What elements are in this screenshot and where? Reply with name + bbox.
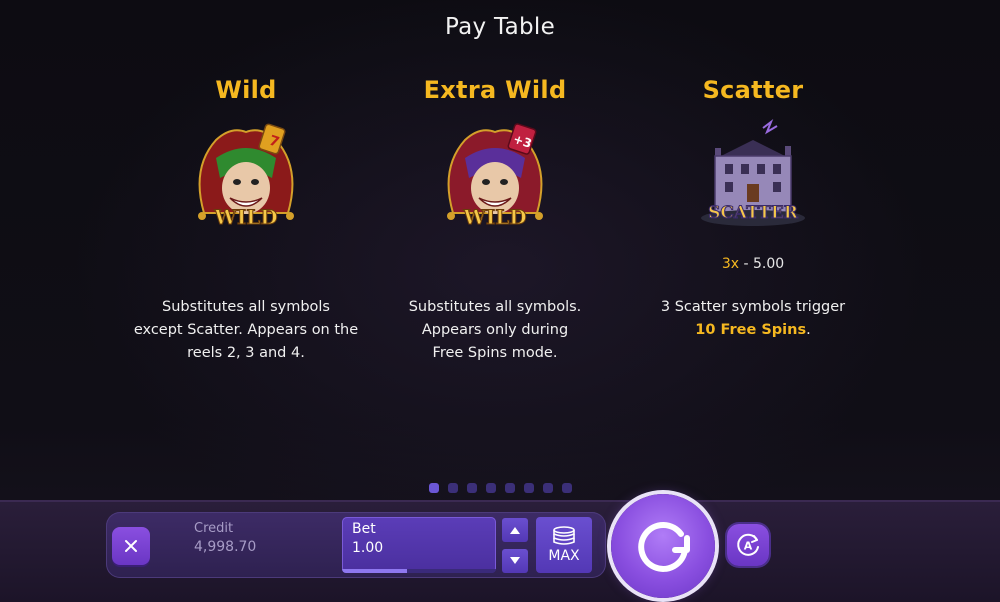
max-bet-button[interactable]: MAX [536,517,592,573]
page-dot[interactable] [561,483,572,493]
symbol-name: Scatter [702,76,804,104]
bet-label: Bet [352,521,376,537]
symbol-description: Substitutes all symbols except Scatter. … [116,296,376,365]
desc-line: except Scatter. Appears on the [133,322,359,338]
symbol-description: 3 Scatter symbols trigger 10 Free Spins. [623,296,883,342]
desc-line: 3 Scatter symbols trigger [660,299,846,315]
coins-stack-icon [553,526,575,545]
spin-arrow-icon [638,522,690,572]
desc-line: Substitutes all symbols [162,299,330,315]
page-dot[interactable] [485,483,496,493]
spin-button[interactable] [611,494,715,598]
arrow-up-icon [510,527,520,534]
payout-row [116,256,376,276]
symbol-name: Wild [215,76,277,104]
desc-line: Substitutes all symbols. [408,299,582,315]
bet-decrease-button[interactable] [502,549,528,573]
page-dot[interactable] [466,483,477,493]
extra-wild-jester-icon: +3 WILD [447,123,543,230]
max-label: MAX [548,548,580,564]
payout-value: - 5.00 [739,256,785,272]
desc-line: Free Spins mode. [432,345,558,361]
payout-multiplier: 3x [721,256,740,272]
credit-label: Credit [194,521,234,536]
symbol-name: Extra Wild [423,76,567,104]
autoplay-letter: A [744,540,753,553]
desc-end: . [806,322,811,338]
close-icon [125,540,137,552]
desc-line: Appears only during [421,322,569,338]
close-button[interactable] [112,527,150,565]
payout-row: 3x - 5.00 [623,256,883,276]
scatter-haunted-house-icon: SCATTER [701,119,805,226]
page-indicator [0,483,1000,493]
arrow-down-icon [510,557,520,564]
page-dot[interactable] [504,483,515,493]
autoplay-button[interactable]: A [727,524,769,566]
wild-jester-icon: 7 WILD [198,123,294,230]
free-spins-highlight: 10 Free Spins [695,322,807,338]
paytable-column-scatter: Scatter SCATTER 3x - 5.00 3 Scatter symb… [623,76,883,342]
symbol-description: Substitutes all symbols. Appears only du… [365,296,625,365]
desc-line: reels 2, 3 and 4. [187,345,305,361]
bet-level-fill [342,569,407,573]
page-dot[interactable] [447,483,458,493]
paytable-column-extra-wild: Extra Wild +3 WILD Substitutes all symbo… [365,76,625,365]
extra-wild-symbol-label: WILD [462,205,526,229]
page-dot[interactable] [428,483,439,493]
autoplay-icon: A [737,533,759,556]
bet-increase-button[interactable] [502,518,528,542]
paytable-column-wild: Wild 7 WILD Substitutes all symbols exce… [116,76,376,365]
page-dot[interactable] [523,483,534,493]
credit-value: 4,998.70 [194,539,257,555]
wild-symbol-label: WILD [213,205,277,229]
page-title: Pay Table [444,14,556,40]
bet-level-bar [342,569,496,573]
payout-row [365,256,625,276]
page-dot[interactable] [542,483,553,493]
desc-line: 10 Free Spins. [623,319,883,342]
bet-value: 1.00 [352,540,384,556]
scatter-symbol-label: SCATTER [708,203,799,223]
